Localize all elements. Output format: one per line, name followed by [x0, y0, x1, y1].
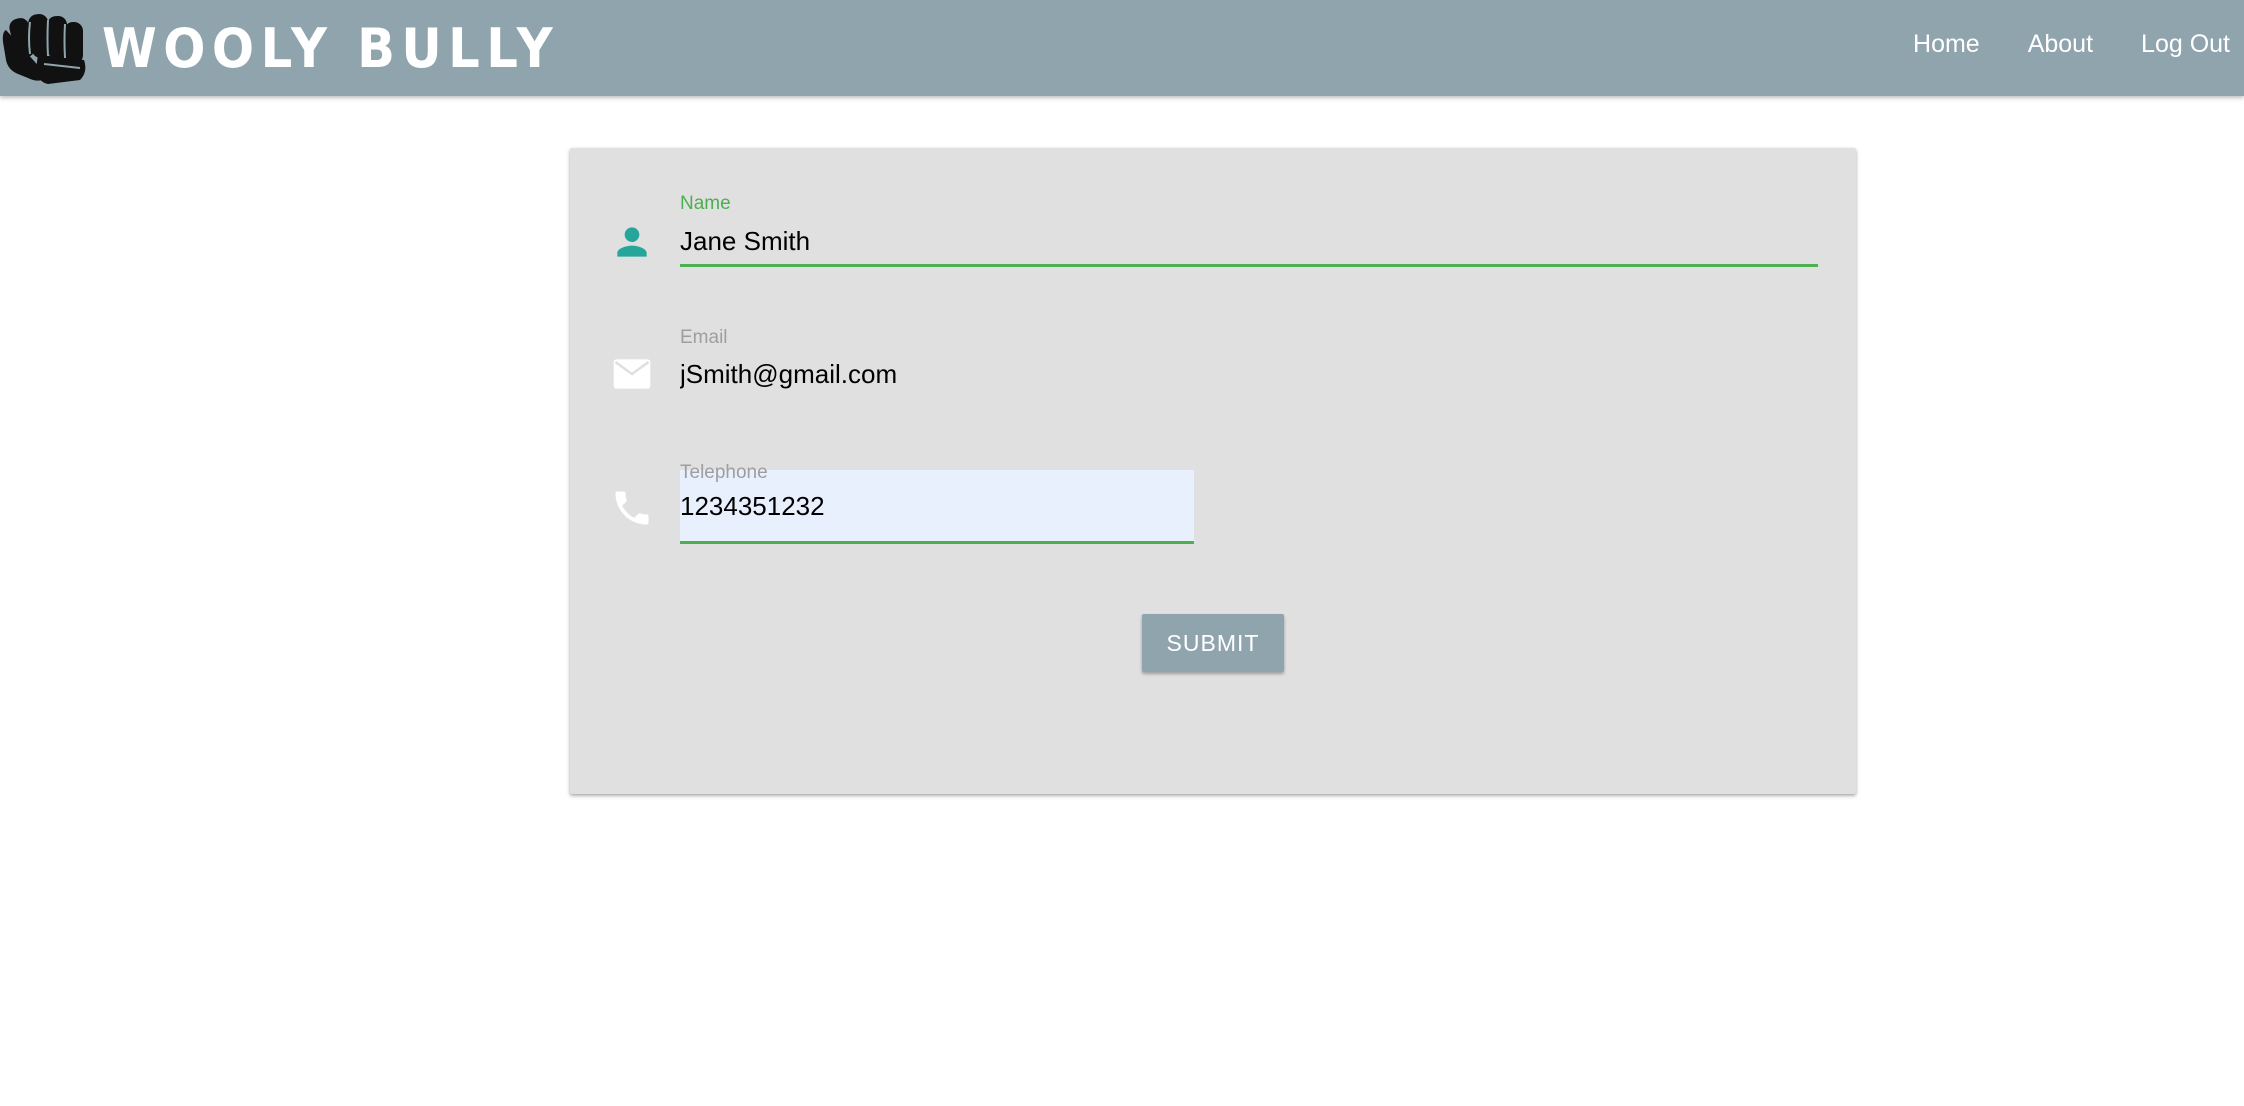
submit-button[interactable]: SUBMIT — [1142, 614, 1284, 672]
nav-home-link[interactable]: Home — [1913, 30, 1980, 59]
nav-about-link[interactable]: About — [2028, 30, 2093, 59]
email-input[interactable] — [680, 354, 1818, 394]
phone-icon — [615, 491, 649, 525]
nav-links: Home About Log Out — [1865, 0, 2230, 88]
nav-logout-link[interactable]: Log Out — [2141, 30, 2230, 59]
brand-logo[interactable]: WOOLY BULLY — [0, 4, 599, 92]
email-label: Email — [680, 327, 728, 348]
name-input[interactable] — [680, 219, 1818, 267]
brand-name: WOOLY BULLY — [102, 16, 560, 80]
fist-icon — [2, 13, 86, 84]
name-label: Name — [680, 193, 731, 214]
top-navbar: WOOLY BULLY Home About Log Out — [0, 0, 2244, 96]
mail-icon — [613, 359, 651, 389]
contact-form-card: Name Email Telephone SUBMIT — [570, 148, 1856, 794]
telephone-input[interactable] — [680, 486, 1194, 526]
telephone-label: Telephone — [680, 462, 768, 483]
person-icon — [617, 227, 647, 257]
